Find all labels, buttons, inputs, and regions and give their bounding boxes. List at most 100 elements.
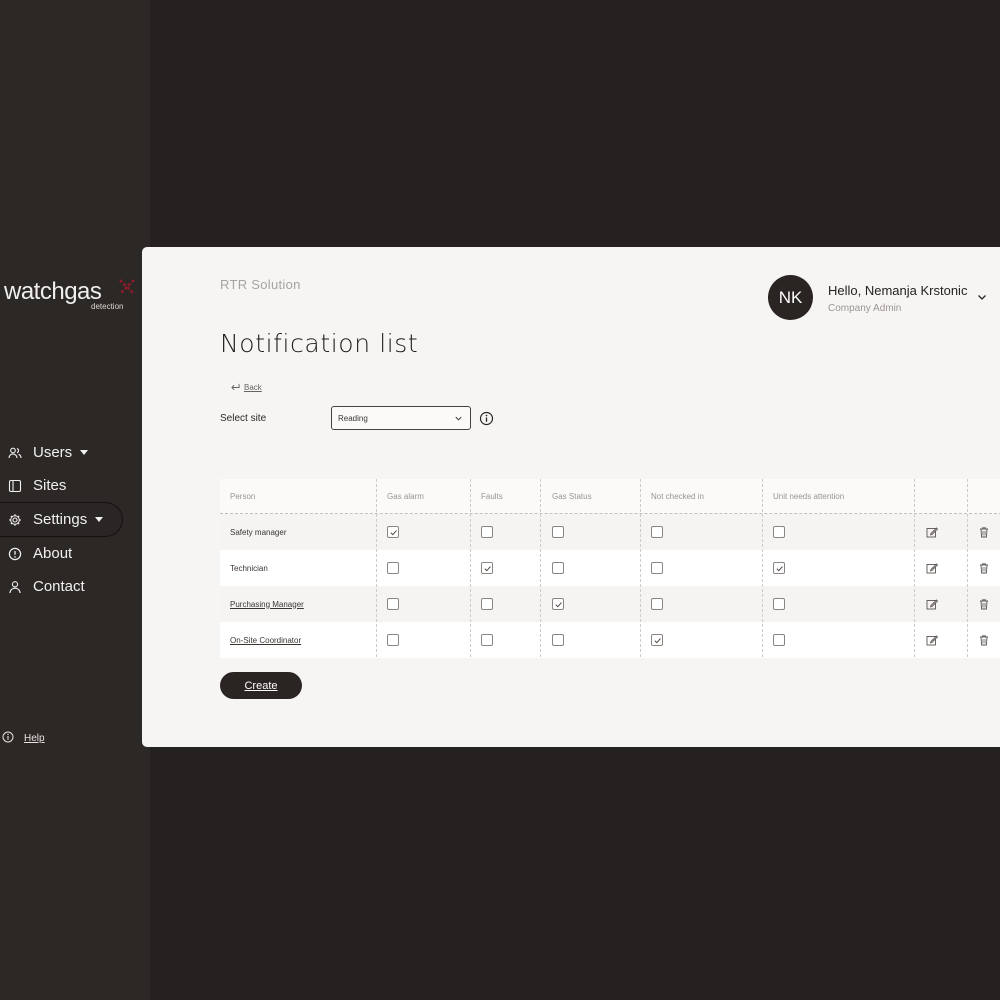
edit-cell: [926, 514, 938, 550]
checkbox-checked[interactable]: [387, 526, 399, 538]
info-circle-icon[interactable]: [479, 411, 494, 426]
delete-cell: [978, 586, 990, 622]
back-label: Back: [244, 383, 262, 392]
help-label: Help: [24, 733, 45, 744]
column-divider: [540, 479, 541, 657]
edit-cell: [926, 586, 938, 622]
edit-icon[interactable]: [926, 598, 938, 610]
checkbox-unchecked[interactable]: [387, 598, 399, 610]
help-link[interactable]: Help: [2, 731, 45, 746]
checkbox-unchecked[interactable]: [773, 634, 785, 646]
checkbox-unchecked[interactable]: [481, 598, 493, 610]
table-header-row: Person Gas alarm Faults Gas Status Not c…: [220, 479, 1000, 514]
checkbox-unchecked[interactable]: [651, 598, 663, 610]
checkbox-cell: [552, 550, 564, 586]
checkbox-cell: [773, 514, 785, 550]
sidebar-item-label: Users: [33, 444, 73, 461]
checkbox-unchecked[interactable]: [552, 634, 564, 646]
checkbox-cell: [387, 514, 399, 550]
checkbox-checked[interactable]: [651, 634, 663, 646]
users-icon: [8, 446, 22, 460]
checkbox-unchecked[interactable]: [552, 562, 564, 574]
site-select-value: Reading: [338, 413, 368, 423]
checkbox-cell: [773, 622, 785, 658]
edit-icon[interactable]: [926, 634, 938, 646]
user-menu[interactable]: NK Hello, Nemanja Krstonic Company Admin: [768, 275, 1000, 321]
select-site-label: Select site: [220, 413, 267, 424]
edit-cell: [926, 550, 938, 586]
column-divider: [914, 479, 915, 657]
chevron-down-icon[interactable]: [976, 291, 988, 303]
column-header-gas-alarm: Gas alarm: [387, 491, 424, 501]
checkbox-cell: [481, 586, 493, 622]
column-divider: [762, 479, 763, 657]
sidebar-item-label: About: [33, 545, 73, 562]
checkbox-unchecked[interactable]: [387, 634, 399, 646]
checkbox-unchecked[interactable]: [481, 634, 493, 646]
column-divider: [640, 479, 641, 657]
sidebar-item-users[interactable]: Users: [0, 436, 150, 469]
sidebar-item-contact[interactable]: Contact: [0, 570, 150, 603]
checkbox-cell: [651, 514, 663, 550]
info-circle-icon: [8, 547, 22, 561]
checkbox-unchecked[interactable]: [552, 526, 564, 538]
person-name[interactable]: Purchasing Manager: [230, 586, 304, 622]
person-name[interactable]: On-Site Coordinator: [230, 622, 301, 658]
sidebar-item-sites[interactable]: Sites: [0, 469, 150, 502]
trash-icon[interactable]: [978, 634, 990, 646]
checkbox-unchecked[interactable]: [481, 526, 493, 538]
sidebar-item-label: Settings: [33, 511, 88, 528]
delete-cell: [978, 622, 990, 658]
checkbox-unchecked[interactable]: [387, 562, 399, 574]
sidebar: watchgas detection Users Sites Settings: [0, 0, 150, 1000]
organization-name: RTR Solution: [220, 277, 301, 292]
return-arrow-icon: [231, 383, 240, 391]
create-button[interactable]: Create: [220, 672, 302, 699]
person-icon: [8, 580, 22, 594]
sidebar-item-about[interactable]: About: [0, 537, 150, 570]
checkbox-cell: [552, 586, 564, 622]
trash-icon[interactable]: [978, 598, 990, 610]
logo-wordmark: watchgas: [4, 278, 102, 305]
logo-tagline: detection: [91, 302, 124, 311]
checkbox-cell: [651, 622, 663, 658]
checkbox-unchecked[interactable]: [651, 526, 663, 538]
checkbox-checked[interactable]: [552, 598, 564, 610]
table-row: Technician: [220, 550, 1000, 586]
checkbox-cell: [387, 622, 399, 658]
checkbox-cell: [481, 550, 493, 586]
checkbox-cell: [481, 514, 493, 550]
delete-cell: [978, 550, 990, 586]
edit-icon[interactable]: [926, 562, 938, 574]
column-divider: [376, 479, 377, 657]
checkbox-unchecked[interactable]: [773, 598, 785, 610]
trash-icon[interactable]: [978, 526, 990, 538]
column-header-unit-needs-attention: Unit needs attention: [773, 491, 845, 501]
column-header-gas-status: Gas Status: [552, 491, 592, 501]
person-name: Safety manager: [230, 527, 287, 537]
edit-cell: [926, 622, 938, 658]
site-select[interactable]: Reading: [331, 406, 471, 430]
person-name: Technician: [230, 563, 268, 573]
delete-cell: [978, 514, 990, 550]
edit-icon[interactable]: [926, 526, 938, 538]
user-greeting: Hello, Nemanja Krstonic: [828, 283, 968, 298]
notification-table: Person Gas alarm Faults Gas Status Not c…: [220, 479, 1000, 658]
checkbox-unchecked[interactable]: [651, 562, 663, 574]
back-link[interactable]: Back: [230, 383, 262, 392]
caret-down-icon: [95, 517, 104, 522]
table-row: Purchasing Manager: [220, 586, 1000, 622]
trash-icon[interactable]: [978, 562, 990, 574]
column-header-faults: Faults: [481, 491, 503, 501]
sidebar-item-settings[interactable]: Settings: [0, 502, 123, 537]
sites-icon: [8, 479, 22, 493]
gear-icon: [8, 513, 22, 527]
checkbox-cell: [773, 550, 785, 586]
checkbox-checked[interactable]: [773, 562, 785, 574]
checkbox-cell: [481, 622, 493, 658]
column-header-person: Person: [230, 491, 256, 501]
checkbox-unchecked[interactable]: [773, 526, 785, 538]
watchgas-logo[interactable]: watchgas detection: [4, 278, 144, 318]
checkbox-cell: [552, 622, 564, 658]
checkbox-checked[interactable]: [481, 562, 493, 574]
